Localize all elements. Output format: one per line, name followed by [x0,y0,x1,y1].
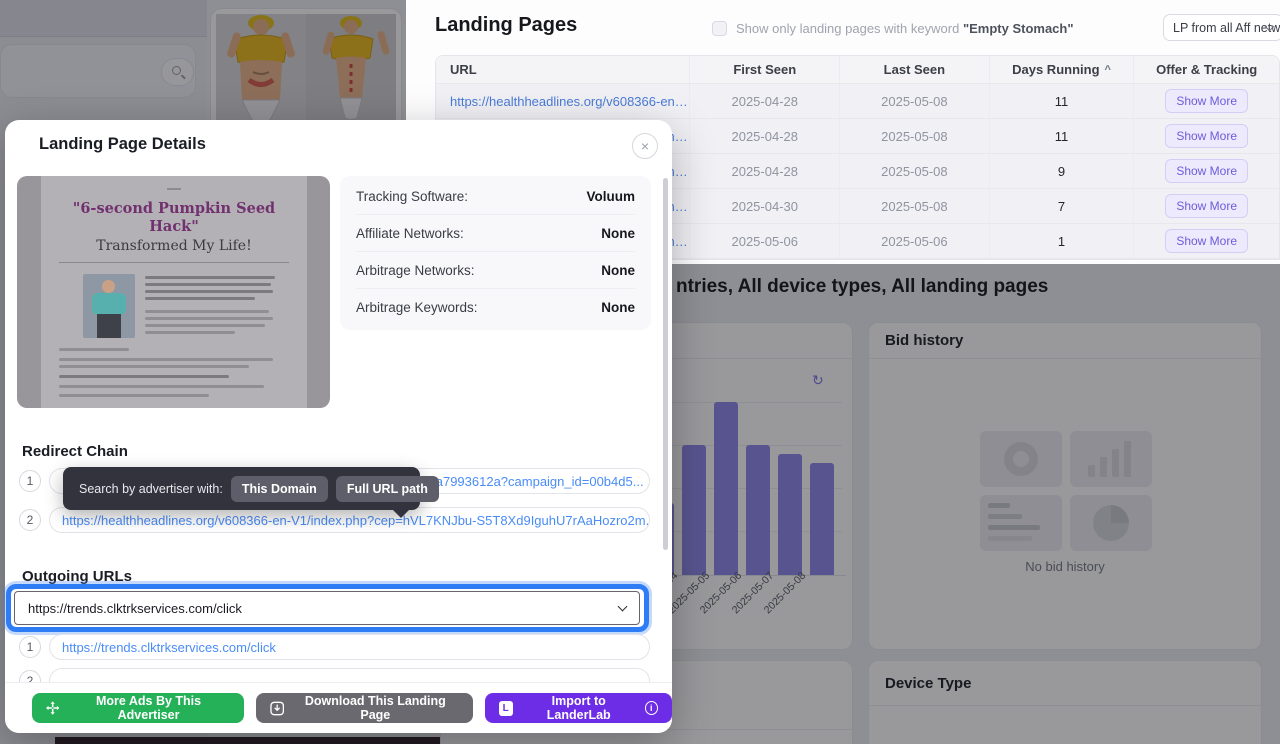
redirect-step-number: 2 [19,509,41,531]
landing-page-preview[interactable]: "6-second Pumpkin Seed Hack" Transformed… [17,176,330,408]
last-seen-cell: 2025-05-06 [840,224,990,258]
close-icon[interactable]: × [632,133,658,159]
modal-footer: More Ads By This Advertiser Download Thi… [5,682,672,733]
outgoing-urls-heading: Outgoing URLs [22,568,132,585]
redirect-url: c0a7993612a?campaign_id=00b4d5... [422,474,644,489]
download-button-label: Download This Landing Page [292,694,459,722]
this-domain-button[interactable]: This Domain [231,476,328,502]
preview-page: "6-second Pumpkin Seed Hack" Transformed… [41,176,307,408]
detail-row: Arbitrage Keywords: None [356,289,635,326]
import-button-label: Import to LanderLab [521,694,637,722]
col-last-seen: Last Seen [840,56,990,83]
show-more-button[interactable]: Show More [1165,229,1248,253]
download-icon [270,701,284,716]
detail-value: Voluum [587,189,636,204]
keyword-filter-text: Show only landing pages with keyword [736,21,959,36]
table-row: https://healthheadlines.org/v608366-en-.… [436,84,1279,119]
download-landing-page-button[interactable]: Download This Landing Page [256,693,473,723]
import-landerlab-button[interactable]: L Import to LanderLab i [485,693,672,723]
detail-value: None [601,226,635,241]
table-header-row: URL First Seen Last Seen Days Running ^ … [436,56,1279,84]
modal-scrollbar[interactable] [663,178,668,550]
show-more-button[interactable]: Show More [1165,194,1248,218]
last-seen-cell: 2025-05-08 [840,154,990,188]
col-first-seen: First Seen [690,56,840,83]
first-seen-cell: 2025-04-30 [690,189,840,223]
detail-label: Arbitrage Keywords: [356,300,478,315]
col-days-running[interactable]: Days Running ^ [990,56,1135,83]
detail-value: None [601,300,635,315]
col-url: URL [436,56,690,83]
redirect-chain-heading: Redirect Chain [22,443,128,460]
aff-network-select-value: LP from all Aff networks [1173,21,1280,35]
col-offer-tracking: Offer & Tracking [1134,56,1279,83]
detail-label: Affiliate Networks: [356,226,464,241]
details-panel: Tracking Software: Voluum Affiliate Netw… [340,176,651,330]
last-seen-cell: 2025-05-08 [840,84,990,118]
aff-network-select[interactable]: LP from all Aff networks [1163,14,1280,41]
preview-headline: "6-second Pumpkin Seed Hack" [64,200,284,236]
show-more-button[interactable]: Show More [1165,159,1248,183]
preview-photo [83,274,135,338]
first-seen-cell: 2025-04-28 [690,119,840,153]
keyword-filter-label: Show only landing pages with keyword "Em… [736,21,1074,36]
landing-page-url-link[interactable]: https://healthheadlines.org/v608366-en-.… [450,94,688,109]
outgoing-url: https://trends.clktrkservices.com/click [62,640,276,655]
first-seen-cell: 2025-04-28 [690,154,840,188]
move-arrows-icon [46,701,59,715]
days-running-cell: 9 [990,154,1135,188]
col-days-running-label: Days Running [1012,62,1099,77]
chevron-down-icon [618,602,628,612]
detail-label: Arbitrage Networks: [356,263,475,278]
keyword-filter-checkbox[interactable] [712,21,727,36]
keyword-filter-keyword: "Empty Stomach" [963,21,1074,36]
sort-asc-icon: ^ [1105,64,1111,76]
show-more-button[interactable]: Show More [1165,89,1248,113]
preview-subheadline: Transformed My Life! [64,238,284,254]
detail-label: Tracking Software: [356,189,468,204]
first-seen-cell: 2025-05-06 [690,224,840,258]
detail-row: Affiliate Networks: None [356,215,635,252]
page-title: Landing Pages [435,14,577,37]
redirect-url-pill[interactable]: https://healthheadlines.org/v608366-en-V… [49,507,650,533]
detail-row: Tracking Software: Voluum [356,178,635,215]
modal-title: Landing Page Details [39,135,206,154]
more-ads-button[interactable]: More Ads By This Advertiser [32,693,244,723]
outgoing-url-pill[interactable]: https://trends.clktrkservices.com/click [49,634,650,660]
first-seen-cell: 2025-04-28 [690,84,840,118]
more-ads-button-label: More Ads By This Advertiser [67,694,229,722]
search-by-advertiser-tooltip: Search by advertiser with: This Domain F… [63,467,420,510]
tooltip-label: Search by advertiser with: [79,482,223,496]
days-running-cell: 1 [990,224,1135,258]
outgoing-url-select[interactable]: https://trends.clktrkservices.com/click [14,591,640,625]
detail-value: None [601,263,635,278]
days-running-cell: 11 [990,84,1135,118]
outgoing-url-select-value: https://trends.clktrkservices.com/click [28,601,242,616]
outgoing-step-number: 1 [19,636,41,658]
last-seen-cell: 2025-05-08 [840,119,990,153]
redirect-url: https://healthheadlines.org/v608366-en-V… [62,513,650,528]
full-url-path-button[interactable]: Full URL path [336,476,439,502]
last-seen-cell: 2025-05-08 [840,189,990,223]
screen: ntries, All device types, All landing pa… [0,0,1280,744]
info-icon[interactable]: i [645,701,658,715]
landerlab-logo-icon: L [499,701,513,716]
days-running-cell: 11 [990,119,1135,153]
detail-row: Arbitrage Networks: None [356,252,635,289]
days-running-cell: 7 [990,189,1135,223]
show-more-button[interactable]: Show More [1165,124,1248,148]
redirect-step-number: 1 [19,470,41,492]
